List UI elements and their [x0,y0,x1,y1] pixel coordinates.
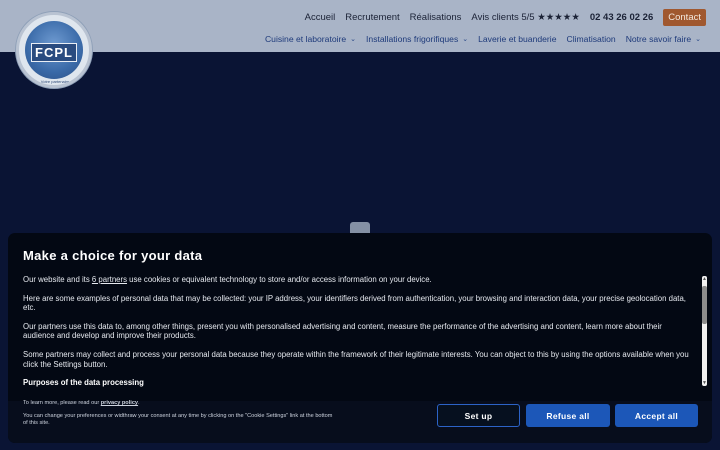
accept-all-button[interactable]: Accept all [615,404,698,427]
logo-subtext: Votre partenaire [40,79,70,84]
chevron-down-icon: ⌄ [462,36,469,43]
top-navigation: Accueil Recrutement Réalisations Avis cl… [305,8,706,26]
consent-title: Make a choice for your data [23,248,203,263]
phone-number[interactable]: 02 43 26 02 26 [590,12,653,23]
scroll-up-icon[interactable]: ▲ [702,276,707,282]
consent-scrollbar[interactable]: ▲ ▼ [702,276,707,386]
privacy-note-text: To learn more, please read our [23,400,101,406]
nav-link-recrutement[interactable]: Recrutement [345,12,399,23]
nav-link-accueil[interactable]: Accueil [305,12,336,23]
consent-uses: Our partners use this data to, among oth… [23,321,662,341]
cookie-consent-dialog: Make a choice for your data Our website … [8,233,712,443]
purposes-heading: Purposes of the data processing [23,378,144,388]
privacy-policy-link[interactable]: privacy policy [101,400,138,406]
nav-link-realisations[interactable]: Réalisations [410,12,462,23]
logo-text: FCPL [31,43,77,62]
nav-item-label: Climatisation [566,34,616,44]
privacy-note-end: . [138,400,140,406]
nav-item-label: Notre savoir faire [625,34,692,44]
intro-text: Our website and its [23,275,92,284]
nav-item-label: Installations frigorifiques [366,34,459,44]
star-rating-icon: ★★★★★ [537,11,580,23]
consent-legitimate-interest: Some partners may collect and process yo… [23,349,689,369]
chevron-down-icon: ⌄ [695,36,701,43]
contact-button[interactable]: Contact [663,8,706,26]
nav-item-climatisation[interactable]: Climatisation [566,34,615,44]
consent-intro: Our website and its 6 partners use cooki… [23,275,693,285]
intro-text-end: use cookies or equivalent technology to … [127,275,432,284]
refuse-all-button[interactable]: Refuse all [526,404,610,427]
reviews-label: Avis clients 5/5 [471,11,535,23]
consent-examples: Here are some examples of personal data … [23,293,686,313]
change-preferences-note: You can change your preferences or width… [23,413,333,426]
site-header: FCPL Votre partenaire Accueil Recrutemen… [0,0,720,88]
consent-body[interactable]: Our website and its 6 partners use cooki… [23,275,693,393]
scroll-thumb[interactable] [702,286,707,324]
nav-item-laverie[interactable]: Laverie et buanderie [478,34,556,44]
privacy-note: To learn more, please read our privacy p… [23,400,140,407]
nav-item-cuisine[interactable]: Cuisine et laboratoire ⌄ [265,34,356,44]
main-navigation: Cuisine et laboratoire ⌄ Installations f… [265,32,701,46]
nav-item-label: Laverie et buanderie [478,34,557,44]
nav-item-savoir-faire[interactable]: Notre savoir faire ⌄ [626,34,701,44]
nav-item-label: Cuisine et laboratoire [264,34,347,44]
reviews-link[interactable]: Avis clients 5/5 ★★★★★ [471,12,579,23]
chevron-down-icon: ⌄ [350,36,357,43]
fcpl-logo[interactable]: FCPL Votre partenaire [16,12,92,88]
nav-item-installations[interactable]: Installations frigorifiques ⌄ [366,34,468,44]
setup-button[interactable]: Set up [437,404,520,427]
partners-link[interactable]: 6 partners [92,275,127,284]
scroll-down-icon[interactable]: ▼ [702,380,707,386]
